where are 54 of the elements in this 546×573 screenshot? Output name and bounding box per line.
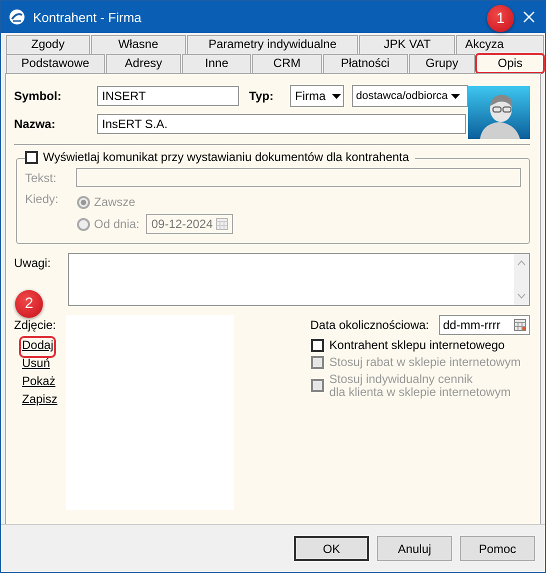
calendar-icon[interactable] bbox=[216, 218, 228, 230]
field-label: Uwagi: bbox=[14, 256, 52, 270]
field-label: Typ: bbox=[249, 89, 274, 103]
field-label: Tekst: bbox=[25, 170, 58, 184]
radio-label: Zawsze bbox=[94, 195, 136, 209]
close-icon[interactable] bbox=[523, 11, 535, 23]
app-logo-icon bbox=[9, 9, 25, 25]
checkbox[interactable] bbox=[25, 150, 38, 164]
field-label: Nazwa: bbox=[14, 117, 56, 131]
tab[interactable]: Inne bbox=[182, 54, 252, 73]
tab[interactable]: Parametry indywidualne bbox=[186, 35, 358, 54]
scroll-down-icon[interactable] bbox=[517, 293, 526, 299]
user-avatar-icon[interactable] bbox=[468, 86, 530, 139]
calendar-icon[interactable] bbox=[514, 319, 526, 331]
tab[interactable]: Podstawowe bbox=[6, 54, 105, 73]
tab[interactable]: Zgody bbox=[6, 35, 90, 54]
tab[interactable]: Opis bbox=[476, 54, 544, 73]
link[interactable]: Zapisz bbox=[21, 392, 58, 410]
caret-icon[interactable] bbox=[450, 94, 460, 98]
link[interactable]: Pokaż bbox=[21, 374, 56, 392]
field-label: Kiedy: bbox=[25, 192, 60, 208]
dialog-button[interactable]: Anuluj bbox=[377, 536, 452, 561]
symbol-field[interactable]: INSERT bbox=[97, 86, 239, 106]
link[interactable]: Usuń bbox=[21, 356, 52, 374]
date-field[interactable]: 09-12-2024 bbox=[146, 214, 234, 234]
tab[interactable]: CRM bbox=[252, 54, 322, 73]
tab[interactable]: Płatności bbox=[322, 54, 408, 73]
name-field[interactable]: InsERT S.A. bbox=[97, 114, 466, 134]
checkbox-label: Stosuj indywidualny cennik dla klienta w sklepie internetowym bbox=[329, 373, 511, 399]
link[interactable]: Dodaj bbox=[21, 338, 54, 356]
scrollbar[interactable] bbox=[514, 254, 529, 305]
type-dropdown[interactable]: Firma bbox=[290, 85, 344, 107]
field-label: Zdjęcie: bbox=[14, 318, 58, 334]
window-title: Kontrahent - Firma bbox=[33, 10, 142, 24]
caret-icon[interactable] bbox=[332, 94, 341, 98]
date-field[interactable]: dd-mm-rrrr bbox=[439, 315, 530, 335]
tab[interactable]: Akcyza bbox=[456, 35, 544, 54]
tab[interactable]: JPK VAT bbox=[359, 35, 456, 54]
tab[interactable]: Grupy bbox=[408, 54, 476, 73]
text-field[interactable] bbox=[76, 168, 521, 187]
tab[interactable]: Adresy bbox=[106, 54, 182, 73]
role-dropdown[interactable]: dostawca/odbiorca bbox=[352, 85, 468, 107]
field-label: Data okolicznościowa: bbox=[310, 318, 429, 332]
checkbox[interactable] bbox=[311, 339, 324, 352]
dialog-button[interactable]: OK bbox=[294, 536, 369, 561]
tab[interactable]: Własne bbox=[90, 35, 186, 54]
notes-field[interactable] bbox=[68, 253, 530, 306]
radio-label: Od dnia: bbox=[94, 217, 140, 231]
scroll-up-icon[interactable] bbox=[517, 260, 526, 266]
dialog-button[interactable]: Pomoc bbox=[460, 536, 535, 561]
checkbox-label: Wyświetlaj komunikat przy wystawianiu dokumentów dla kontrahenta bbox=[43, 150, 410, 164]
field-label: Symbol: bbox=[14, 89, 62, 103]
checkbox-label: Kontrahent sklepu internetowego bbox=[329, 339, 505, 352]
checkbox-label: Stosuj rabat w sklepie internetowym bbox=[329, 356, 521, 369]
